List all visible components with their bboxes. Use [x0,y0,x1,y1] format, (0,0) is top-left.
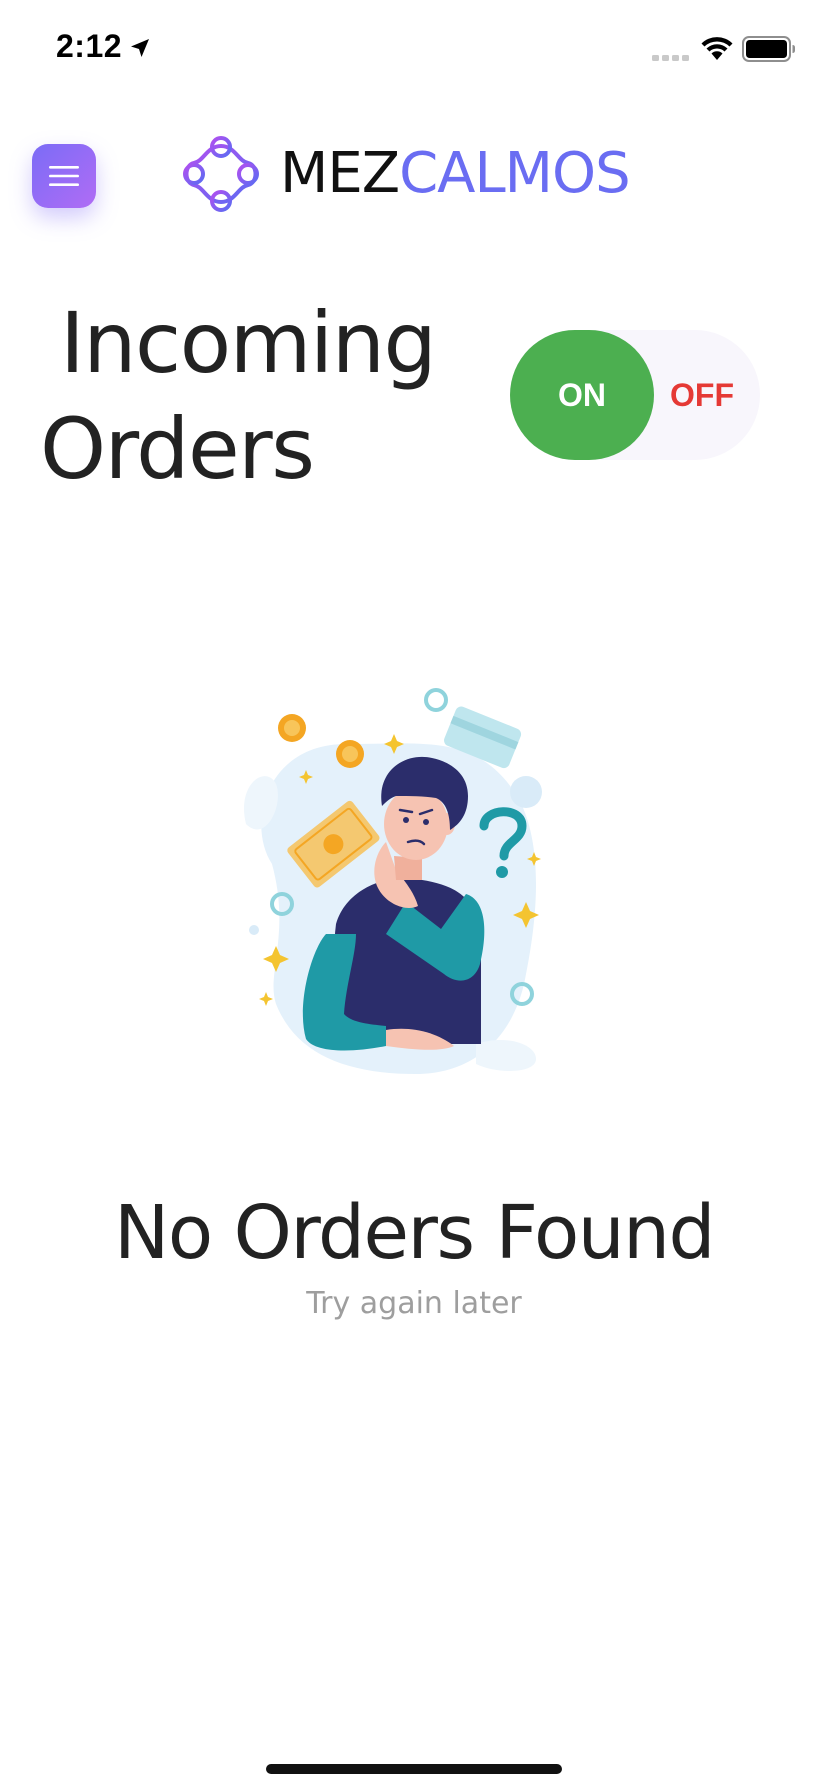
page-title-line-2: Orders [40,400,315,498]
brand-name-part-2: CALMOS [399,141,631,206]
thinking-person-illustration [243,688,542,1074]
availability-toggle[interactable]: ON OFF [510,330,760,460]
page-title: Incoming Orders [40,290,460,502]
status-time: 2:12 [56,28,123,64]
brand: MEZCALMOS [180,134,631,214]
brand-name-part-1: MEZ [280,141,400,206]
wifi-icon [701,37,733,60]
home-indicator[interactable] [266,1764,562,1774]
empty-state-title: No Orders Found [114,1190,716,1276]
toggle-off-option[interactable]: OFF [662,330,742,460]
location-arrow-icon [131,39,149,57]
battery-icon [742,36,795,62]
toggle-on-option[interactable]: ON [510,330,654,460]
cellular-signal-icon [652,55,689,61]
status-bar: 2:12 [0,0,828,100]
mezcalmos-logo-icon [183,136,259,212]
menu-button[interactable] [32,144,96,208]
brand-name: MEZCALMOS [280,146,631,202]
empty-state-subtitle: Try again later [306,1286,522,1321]
page-title-line-1: Incoming [60,294,437,392]
hamburger-menu-icon [49,166,79,186]
